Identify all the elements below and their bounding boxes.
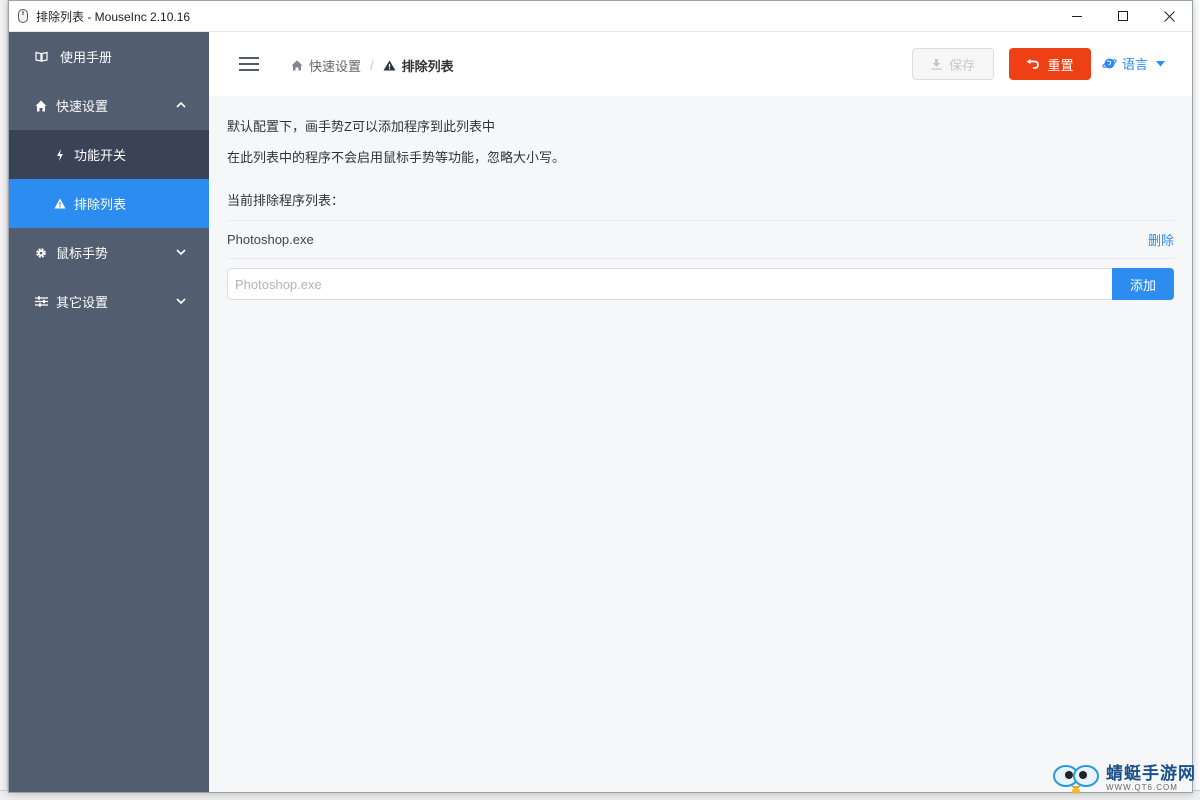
- save-button[interactable]: 保存: [912, 48, 994, 80]
- breadcrumb-label: 快速设置: [309, 59, 362, 74]
- sidebar: 使用手册 快速设置 功能开关 排除列表 鼠标手势 其它设置: [9, 32, 209, 792]
- sidebar-item-other-settings[interactable]: 其它设置: [9, 277, 209, 326]
- background-app-edge: [0, 0, 8, 800]
- gear-icon: [34, 246, 48, 260]
- breadcrumb: 快速设置 / 排除列表: [291, 56, 454, 75]
- undo-icon: [1026, 59, 1040, 69]
- download-icon: [931, 58, 942, 70]
- delete-link[interactable]: 删除: [1148, 230, 1174, 249]
- reset-button[interactable]: 重置: [1009, 48, 1091, 80]
- breadcrumb-item-exclusion-list: 排除列表: [383, 56, 454, 75]
- sidebar-item-label: 鼠标手势: [56, 246, 109, 261]
- watermark-sub: WWW.QT6.COM: [1106, 782, 1178, 792]
- site-watermark: 蜻蜓手游网 WWW.QT6.COM: [1052, 760, 1196, 796]
- language-dropdown[interactable]: 语言: [1102, 54, 1166, 73]
- sidebar-item-quick-settings[interactable]: 快速设置: [9, 81, 209, 130]
- maximize-button[interactable]: [1100, 1, 1146, 32]
- exclusion-list-title: 当前排除程序列表：: [227, 193, 345, 208]
- sidebar-item-label: 其它设置: [56, 295, 109, 310]
- chevron-down-icon: [176, 298, 186, 305]
- caret-down-icon: [1156, 60, 1166, 67]
- app-window: 排除列表 - MouseInc 2.10.16 使用手册 快速设置 功能开关 排…: [8, 0, 1193, 793]
- bolt-icon: [54, 148, 66, 162]
- description-line-2: 在此列表中的程序不会启用鼠标手势等功能，忽略大小写。: [227, 150, 566, 165]
- sidebar-item-exclusion-list[interactable]: 排除列表: [9, 179, 209, 228]
- watermark-main: 蜻蜓手游网: [1106, 763, 1196, 784]
- add-button[interactable]: 添加: [1112, 268, 1174, 300]
- description-line-1: 默认配置下，画手势Z可以添加程序到此列表中: [227, 119, 495, 134]
- sidebar-item-feature-toggles[interactable]: 功能开关: [9, 130, 209, 179]
- chevron-down-icon: [176, 249, 186, 256]
- add-program-row: 添加: [227, 268, 1174, 300]
- sidebar-item-mouse-gestures[interactable]: 鼠标手势: [9, 228, 209, 277]
- warning-icon: [54, 197, 66, 211]
- sidebar-item-label: 功能开关: [74, 148, 127, 163]
- breadcrumb-item-quick-settings[interactable]: 快速设置: [291, 56, 361, 75]
- menu-icon[interactable]: [239, 56, 259, 72]
- save-label: 保存: [948, 57, 975, 73]
- minimize-button[interactable]: [1054, 1, 1100, 32]
- close-button[interactable]: [1146, 1, 1192, 32]
- mouse-icon: [16, 9, 30, 23]
- excluded-program-name: Photoshop.exe: [227, 232, 314, 247]
- book-icon: [34, 50, 48, 64]
- dragonfly-logo-icon: [1053, 765, 1099, 794]
- window-title: 排除列表 - MouseInc 2.10.16: [36, 9, 191, 24]
- breadcrumb-separator: /: [370, 58, 374, 73]
- reset-label: 重置: [1047, 57, 1074, 73]
- sidebar-item-manual[interactable]: 使用手册: [9, 32, 209, 81]
- sidebar-item-label: 排除列表: [74, 197, 127, 212]
- warning-icon: [383, 60, 396, 71]
- home-icon: [34, 99, 48, 113]
- title-bar: 排除列表 - MouseInc 2.10.16: [9, 1, 1192, 32]
- header: 快速设置 / 排除列表 保存 重置 语言: [209, 32, 1192, 96]
- home-icon: [291, 60, 303, 71]
- list-item: Photoshop.exe 删除: [227, 220, 1174, 259]
- program-name-input[interactable]: [227, 268, 1112, 300]
- breadcrumb-label: 排除列表: [401, 59, 454, 74]
- sidebar-item-label: 使用手册: [60, 50, 113, 65]
- chevron-up-icon: [176, 101, 186, 108]
- language-label: 语言: [1122, 57, 1149, 72]
- sliders-icon: [34, 295, 48, 309]
- watermark-text: 蜻蜓手游网 WWW.QT6.COM: [1106, 765, 1196, 792]
- sidebar-item-label: 快速设置: [56, 99, 109, 114]
- main-panel: 快速设置 / 排除列表 保存 重置 语言 默认配置下，画手势Z可以添加程序到此列…: [209, 32, 1192, 792]
- globe-icon: [1102, 57, 1117, 70]
